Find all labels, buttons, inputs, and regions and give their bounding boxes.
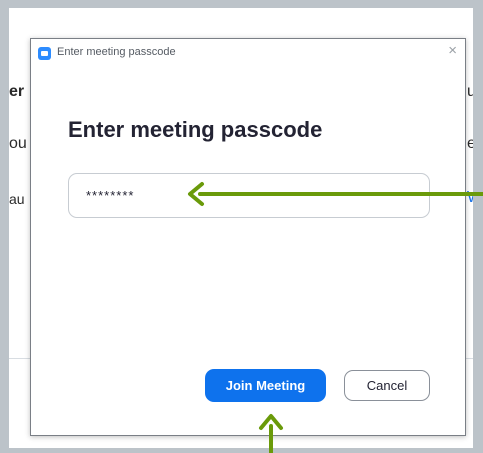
page-title: Enter meeting passcode [68, 117, 323, 142]
bg-text-fragment: au [9, 191, 25, 207]
dialog-titlebar: Enter meeting passcode × [31, 39, 465, 67]
dialog-title: Enter meeting passcode [57, 46, 176, 58]
passcode-input[interactable] [68, 173, 430, 218]
cancel-button[interactable]: Cancel [344, 370, 430, 401]
close-icon[interactable]: × [448, 43, 457, 59]
bg-text-fragment: e [467, 135, 473, 152]
bg-link-fragment[interactable]: W [467, 189, 473, 207]
bg-text-fragment: er [9, 83, 25, 100]
bg-text-fragment: ou [9, 135, 27, 152]
join-meeting-button[interactable]: Join Meeting [205, 369, 326, 402]
passcode-dialog: Enter meeting passcode × Enter meeting p… [30, 38, 466, 436]
bg-text-fragment: u [467, 83, 473, 100]
zoom-app-icon [38, 47, 51, 60]
bg-divider [9, 358, 31, 359]
